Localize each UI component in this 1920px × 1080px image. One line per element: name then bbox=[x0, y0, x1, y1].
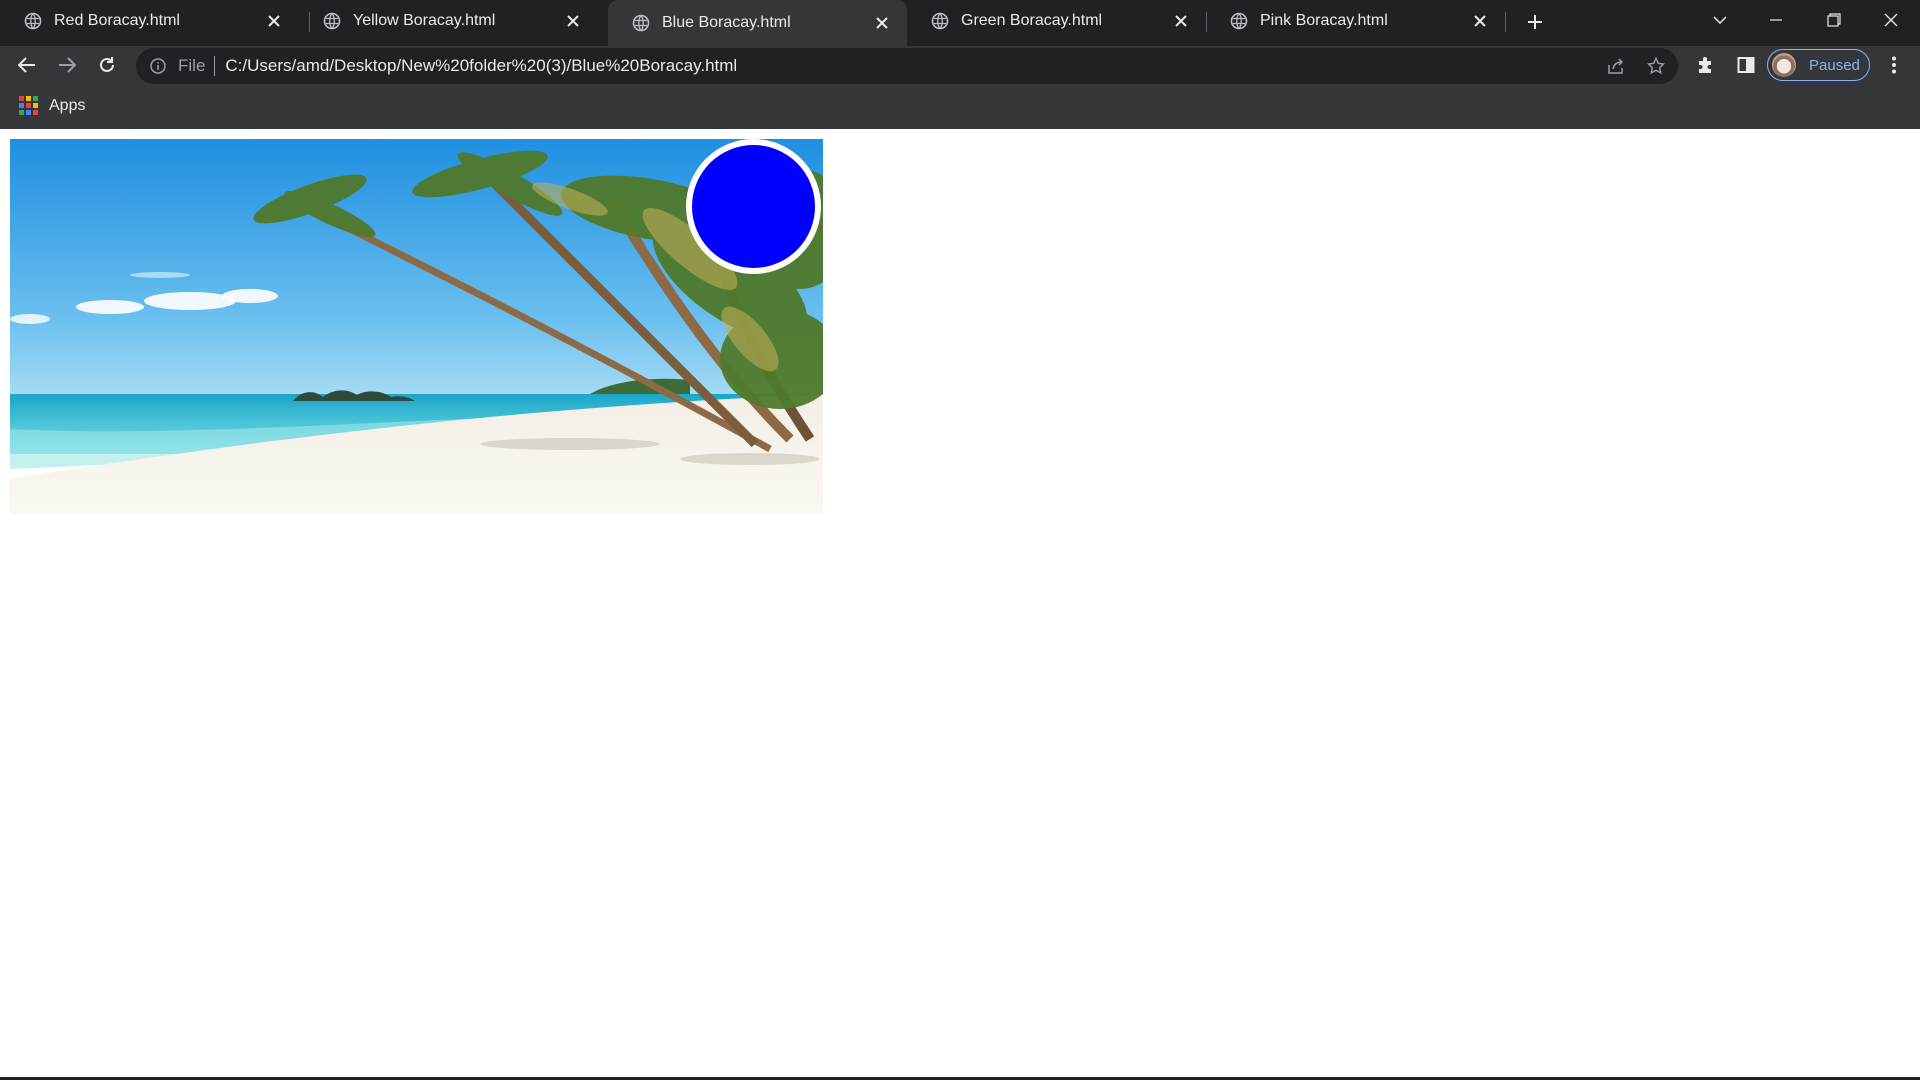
extensions-button[interactable] bbox=[1690, 49, 1722, 81]
tab-title: Yellow Boracay.html bbox=[353, 12, 496, 29]
star-icon[interactable] bbox=[1638, 48, 1674, 84]
forward-arrow-icon bbox=[59, 57, 76, 73]
close-window-button[interactable] bbox=[1863, 0, 1919, 40]
reload-button[interactable] bbox=[91, 49, 123, 81]
tab-yellow-boracay[interactable]: Yellow Boracay.html bbox=[299, 0, 598, 42]
url-text[interactable]: C:/Users/amd/Desktop/New%20folder%20(3)/… bbox=[225, 56, 737, 76]
back-button[interactable] bbox=[11, 49, 43, 81]
minimize-icon bbox=[1770, 19, 1782, 21]
close-icon[interactable] bbox=[263, 10, 285, 32]
share-icon[interactable] bbox=[1598, 48, 1634, 84]
tab-red-boracay[interactable]: Red Boracay.html bbox=[0, 0, 299, 42]
apps-shortcut[interactable]: Apps bbox=[19, 96, 85, 115]
scheme-label: File bbox=[178, 56, 206, 75]
tab-title: Blue Boracay.html bbox=[662, 14, 791, 31]
back-arrow-icon bbox=[18, 57, 35, 73]
address-bar[interactable]: File C:/Users/amd/Desktop/New%20folder%2… bbox=[136, 48, 1678, 84]
tab-search-button[interactable] bbox=[1692, 0, 1748, 40]
close-icon[interactable] bbox=[1469, 10, 1491, 32]
chevron-down-icon bbox=[1713, 16, 1727, 24]
puzzle-icon bbox=[1699, 57, 1711, 73]
close-icon[interactable] bbox=[1170, 10, 1192, 32]
reload-icon bbox=[100, 57, 114, 72]
globe-icon bbox=[931, 12, 949, 30]
close-icon[interactable] bbox=[562, 10, 584, 32]
blue-circle bbox=[686, 139, 821, 274]
profile-status: Paused bbox=[1809, 56, 1860, 74]
side-panel-icon bbox=[1737, 57, 1755, 73]
info-icon[interactable] bbox=[148, 56, 168, 76]
globe-icon bbox=[1230, 12, 1248, 30]
tab-pink-boracay[interactable]: Pink Boracay.html bbox=[1206, 0, 1505, 42]
tab-green-boracay[interactable]: Green Boracay.html bbox=[907, 0, 1206, 42]
close-icon[interactable] bbox=[871, 12, 893, 34]
close-icon bbox=[1884, 13, 1898, 27]
profile-button[interactable]: Paused bbox=[1767, 49, 1870, 81]
tab-title: Green Boracay.html bbox=[961, 12, 1103, 29]
tab-strip: Red Boracay.html Yellow Boracay.html Blu… bbox=[0, 0, 1920, 46]
beach-image bbox=[10, 139, 823, 514]
bookmarks-bar: Apps bbox=[0, 84, 1920, 129]
tab-blue-boracay[interactable]: Blue Boracay.html bbox=[608, 0, 907, 46]
globe-icon bbox=[24, 12, 42, 30]
apps-label: Apps bbox=[49, 96, 86, 114]
menu-button[interactable] bbox=[1878, 49, 1910, 81]
forward-button[interactable] bbox=[51, 49, 83, 81]
side-panel-button[interactable] bbox=[1730, 49, 1762, 81]
tab-title: Red Boracay.html bbox=[54, 12, 180, 29]
page-content bbox=[0, 129, 1920, 1080]
minimize-button[interactable] bbox=[1748, 0, 1804, 40]
restore-icon bbox=[1827, 13, 1841, 27]
globe-icon bbox=[632, 14, 650, 32]
avatar bbox=[1772, 53, 1796, 77]
scheme-divider bbox=[214, 56, 216, 76]
tab-title: Pink Boracay.html bbox=[1260, 12, 1388, 29]
globe-icon bbox=[323, 12, 341, 30]
new-tab-button[interactable] bbox=[1521, 8, 1549, 36]
apps-grid-icon bbox=[19, 96, 38, 115]
tab-separator bbox=[1505, 12, 1506, 32]
plus-icon bbox=[1528, 15, 1542, 29]
restore-button[interactable] bbox=[1806, 0, 1862, 40]
kebab-menu-icon bbox=[1892, 56, 1896, 74]
toolbar: File C:/Users/amd/Desktop/New%20folder%2… bbox=[0, 46, 1920, 84]
